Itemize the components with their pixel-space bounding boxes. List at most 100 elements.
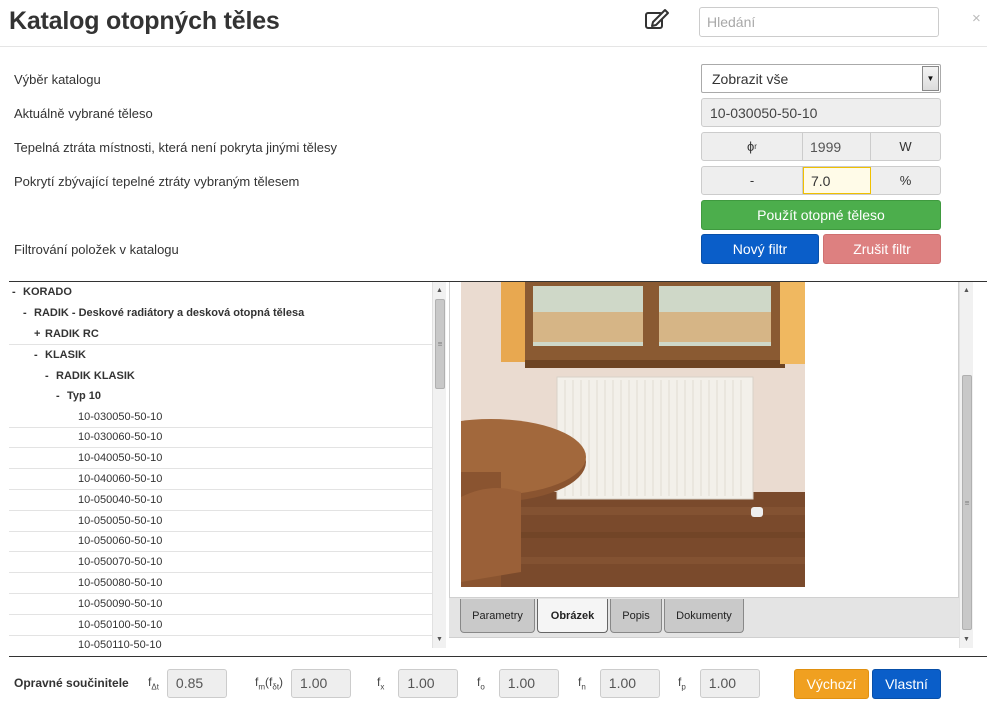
- default-button[interactable]: Výchozí: [794, 669, 869, 699]
- tree-toggle[interactable]: -: [56, 390, 67, 402]
- edit-icon[interactable]: [644, 8, 670, 30]
- scroll-thumb[interactable]: [435, 299, 445, 389]
- tree-label: 10-050090-50-10: [78, 597, 163, 610]
- filter-label: Filtrování položek v katalogu: [14, 242, 179, 257]
- tree-label: 10-040050-50-10: [78, 452, 163, 465]
- coef-m: fm(fδt) 1.00: [255, 669, 352, 698]
- selected-label: Aktuálně vybrané těleso: [14, 106, 153, 121]
- scroll-up-icon[interactable]: ▲: [433, 284, 446, 297]
- tree-toggle[interactable]: -: [45, 370, 56, 382]
- heat-loss-value: 1999: [803, 133, 871, 160]
- tree-toggle[interactable]: +: [34, 328, 45, 340]
- scroll-down-icon[interactable]: ▼: [433, 633, 446, 646]
- coverage-group: - 7.0 %: [701, 166, 941, 195]
- tree-label: 10-030050-50-10: [78, 410, 163, 423]
- coef-dt: fΔt 0.85: [148, 669, 227, 698]
- custom-button[interactable]: Vlastní: [872, 669, 941, 699]
- dropdown-arrow-icon[interactable]: ▼: [922, 66, 939, 91]
- coverage-symbol: -: [702, 167, 803, 194]
- heat-loss-unit: W: [899, 139, 912, 154]
- tree-leaf-item[interactable]: 10-030050-50-10: [9, 407, 432, 428]
- detail-scrollbar[interactable]: ▲ ▼: [959, 282, 973, 648]
- new-filter-button[interactable]: Nový filtr: [701, 234, 819, 264]
- tree-label: 10-050080-50-10: [78, 577, 163, 590]
- tree-label: 10-050100-50-10: [78, 618, 163, 631]
- coverage-unit: %: [899, 173, 912, 188]
- tree-label: 10-050040-50-10: [78, 493, 163, 506]
- tree-leaf-item[interactable]: 10-050070-50-10: [9, 552, 432, 574]
- heat-loss-symbol: ϕr: [702, 133, 803, 160]
- page-title: Katalog otopných těles: [9, 7, 280, 35]
- catalog-select[interactable]: Zobrazit vše ▼: [701, 64, 941, 93]
- scroll-down-icon[interactable]: ▼: [960, 633, 973, 646]
- tab-popis[interactable]: Popis: [610, 599, 662, 633]
- radiator-photo: [461, 282, 805, 587]
- tree-toggle[interactable]: -: [12, 286, 23, 298]
- coefficients-bar: Opravné součinitele fΔt 0.85 fm(fδt) 1.0…: [0, 662, 987, 707]
- coverage-input[interactable]: 7.0: [803, 167, 871, 194]
- tree-label: RADIK KLASIK: [56, 369, 135, 382]
- tree-label: 10-050060-50-10: [78, 535, 163, 548]
- tree-leaf-item[interactable]: 10-050080-50-10: [9, 573, 432, 594]
- tree-leaf-item[interactable]: 10-050050-50-10: [9, 511, 432, 532]
- tree-leaf-item[interactable]: 10-050100-50-10: [9, 615, 432, 636]
- tab-parametry[interactable]: Parametry: [460, 599, 535, 633]
- tree-leaf-item[interactable]: 10-050110-50-10: [9, 636, 432, 650]
- coefficients-label: Opravné součinitele: [14, 676, 129, 690]
- coef-dt-symbol: fΔt: [148, 675, 159, 692]
- tree-node[interactable]: - RADIK - Deskové radiátory a desková oto…: [9, 303, 432, 324]
- tree-node[interactable]: - RADIK KLASIK: [9, 365, 432, 386]
- tree-node[interactable]: - Typ 10: [9, 386, 432, 407]
- coef-n-symbol: fn: [578, 675, 586, 692]
- tree-node[interactable]: - KORADO: [9, 282, 432, 303]
- coef-p-input[interactable]: 1.00: [699, 669, 760, 698]
- detail-panel: [449, 282, 959, 638]
- detail-tabbar: Parametry Obrázek Popis Dokumenty: [449, 597, 959, 637]
- search-input[interactable]: [699, 7, 939, 37]
- coef-m-input[interactable]: 1.00: [291, 669, 352, 698]
- catalog-select-value: Zobrazit vše: [712, 71, 789, 87]
- coef-x-input[interactable]: 1.00: [398, 669, 459, 698]
- heat-loss-label: Tepelná ztráta místnosti, která není pok…: [14, 140, 337, 155]
- tree-scrollbar[interactable]: ▲ ▼: [432, 282, 446, 648]
- tree-label: KORADO: [23, 286, 72, 299]
- use-radiator-button[interactable]: Použít otopné těleso: [701, 200, 941, 230]
- heat-loss-group: ϕr 1999 W: [701, 132, 941, 161]
- coef-x-symbol: fx: [377, 675, 385, 692]
- coef-o-input[interactable]: 1.00: [498, 669, 559, 698]
- tree-leaf-item[interactable]: 10-050090-50-10: [9, 594, 432, 615]
- coef-p: fp 1.00: [678, 669, 760, 698]
- tree-leaf-item[interactable]: 10-040050-50-10: [9, 448, 432, 470]
- tree-label: Typ 10: [67, 390, 102, 403]
- coef-o-symbol: fo: [477, 675, 485, 692]
- tree-toggle[interactable]: -: [34, 349, 45, 361]
- tree-label: 10-040060-50-10: [78, 473, 163, 486]
- tree-label: RADIK RC: [45, 327, 99, 340]
- tree-node[interactable]: - KLASIK: [9, 344, 432, 365]
- coef-m-symbol: fm(fδt): [255, 675, 284, 692]
- tab-obrazek[interactable]: Obrázek: [537, 599, 608, 633]
- coef-p-symbol: fp: [678, 675, 686, 692]
- tree-node[interactable]: + RADIK RC: [9, 324, 432, 345]
- catalog-label: Výběr katalogu: [14, 72, 101, 87]
- cancel-filter-button[interactable]: Zrušit filtr: [823, 234, 941, 264]
- tab-dokumenty[interactable]: Dokumenty: [664, 599, 744, 633]
- coef-dt-input[interactable]: 0.85: [166, 669, 227, 698]
- tree-leaf-item[interactable]: 10-030060-50-10: [9, 428, 432, 449]
- tree-leaf-item[interactable]: 10-050040-50-10: [9, 490, 432, 511]
- coef-n-input[interactable]: 1.00: [599, 669, 660, 698]
- catalog-tree[interactable]: - KORADO - RADIK - Deskové radiátory a desk…: [9, 282, 432, 650]
- tree-label: 10-050050-50-10: [78, 514, 163, 527]
- coef-n: fn 1.00: [578, 669, 660, 698]
- scroll-up-icon[interactable]: ▲: [960, 284, 973, 297]
- coef-o: fo 1.00: [477, 669, 559, 698]
- tree-label: RADIK - Deskové radiátory a desková otop…: [34, 307, 305, 320]
- close-icon[interactable]: ×: [972, 10, 981, 27]
- coef-x: fx 1.00: [377, 669, 459, 698]
- tree-toggle[interactable]: -: [23, 307, 34, 319]
- scroll-thumb[interactable]: [962, 375, 972, 630]
- tree-leaf-item[interactable]: 10-050060-50-10: [9, 532, 432, 553]
- tree-label: 10-050110-50-10: [78, 639, 162, 650]
- tree-label: 10-050070-50-10: [78, 556, 163, 569]
- tree-leaf-item[interactable]: 10-040060-50-10: [9, 469, 432, 490]
